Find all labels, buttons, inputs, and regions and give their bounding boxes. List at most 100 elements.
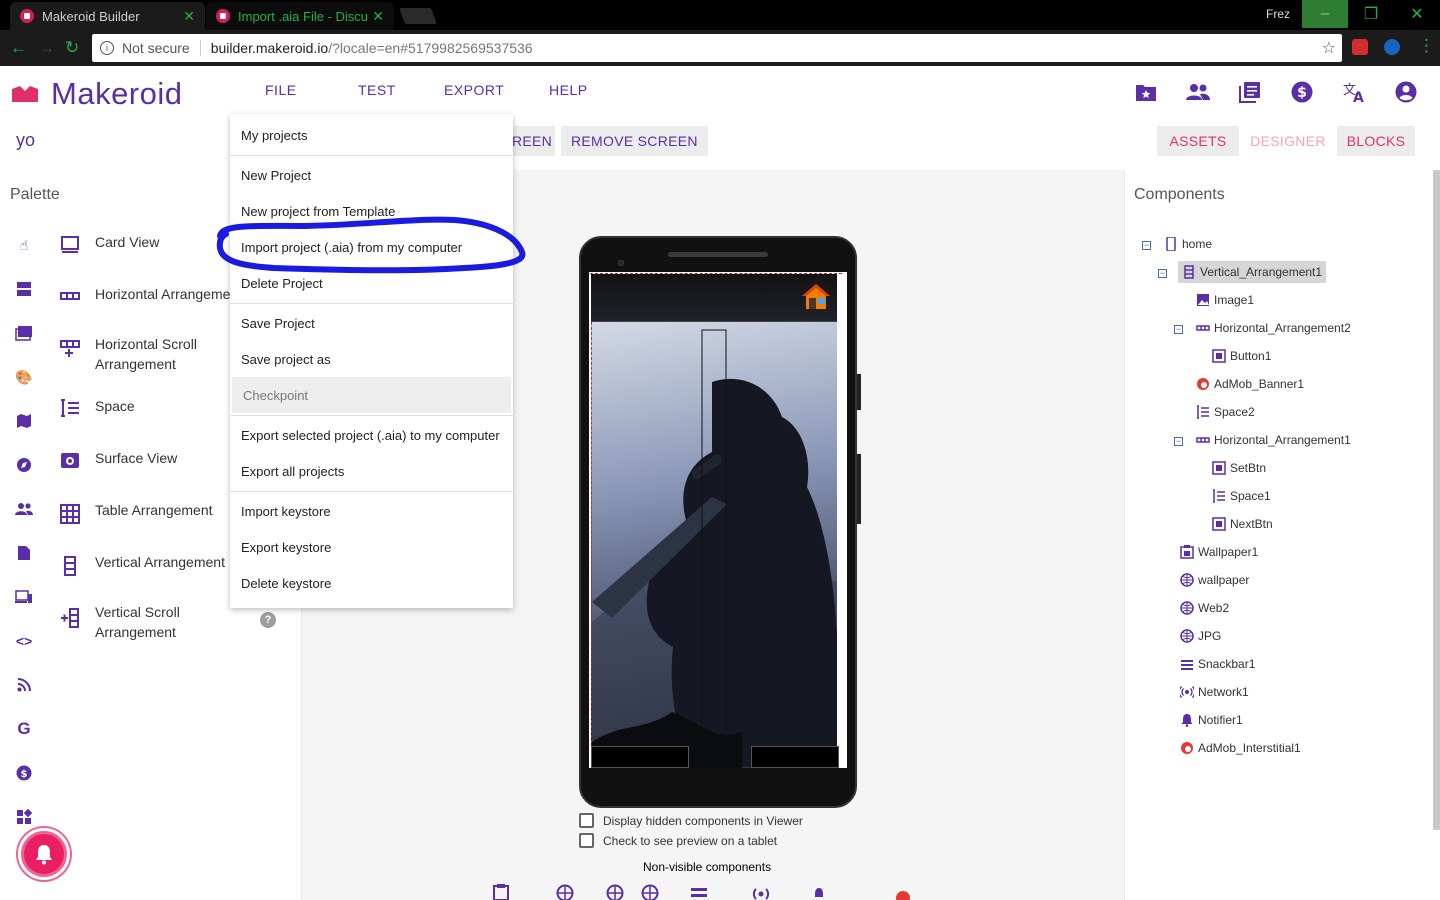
people-icon[interactable] (1186, 80, 1210, 104)
menu-item-delete-project[interactable]: Delete Project (230, 265, 513, 301)
notification-bell-button[interactable] (18, 828, 70, 880)
tree-item-wallpaper1[interactable]: Wallpaper1 (1180, 541, 1258, 563)
menu-export[interactable]: EXPORT (444, 82, 504, 98)
menu-item-my-projects[interactable]: My projects (230, 117, 513, 153)
money-icon[interactable]: $ (15, 764, 33, 782)
info-icon[interactable]: i (100, 41, 114, 55)
designer-button[interactable]: DESIGNER (1245, 126, 1331, 156)
tree-item-admob-interstitial1[interactable]: AdMob_Interstitial1 (1180, 737, 1301, 759)
admob-icon[interactable] (894, 884, 912, 900)
menu-help[interactable]: HELP (549, 82, 588, 98)
tree-item-snackbar1[interactable]: Snackbar1 (1180, 653, 1255, 675)
menu-item-new-project[interactable]: New Project (230, 157, 513, 193)
tree-item-nextbtn[interactable]: NextBtn (1212, 513, 1273, 535)
youtube-extension-icon[interactable] (1352, 39, 1368, 55)
browser-menu-icon[interactable]: ⋮ (1418, 36, 1435, 56)
menu-item-export-keystore[interactable]: Export keystore (230, 529, 513, 565)
menu-item-new-from-template[interactable]: New project from Template (230, 193, 513, 229)
tab-close-icon[interactable]: ✕ (183, 8, 195, 25)
code-icon[interactable]: <> (15, 632, 33, 650)
web-icon[interactable] (641, 884, 659, 900)
touch-icon[interactable]: ☝ (15, 236, 33, 254)
tab-close-icon[interactable]: ✕ (372, 8, 384, 25)
collapse-toggle-icon[interactable]: − (1174, 325, 1183, 334)
help-question-icon[interactable]: ? (260, 612, 276, 628)
tree-item-notifier1[interactable]: Notifier1 (1180, 709, 1243, 731)
dollar-icon[interactable]: $ (1290, 80, 1314, 104)
drawing-icon[interactable]: 🎨 (15, 368, 33, 386)
assets-button[interactable]: ASSETS (1157, 126, 1239, 156)
tree-item-wallpaper-web[interactable]: wallpaper (1180, 569, 1249, 591)
maximize-button[interactable]: ❐ (1348, 0, 1394, 28)
browser-user-name[interactable]: Frez (1266, 7, 1290, 21)
tablet-preview-checkbox[interactable] (579, 833, 594, 848)
forward-arrow-icon[interactable]: → (38, 38, 55, 58)
display-hidden-row[interactable]: Display hidden components in Viewer (579, 813, 803, 828)
media-icon[interactable] (15, 324, 33, 342)
browser-tab-makeroid[interactable]: Makeroid Builder ✕ (10, 2, 205, 30)
setbtn-preview[interactable] (591, 746, 689, 768)
wallpaper-icon[interactable] (492, 884, 510, 900)
tree-item-jpg[interactable]: JPG (1180, 625, 1221, 647)
display-hidden-checkbox[interactable] (579, 813, 594, 828)
close-window-button[interactable]: ✕ (1394, 0, 1440, 28)
tree-item-vertical-arrangement1[interactable]: Vertical_Arrangement1 (1178, 261, 1327, 283)
tree-item-image1[interactable]: Image1 (1196, 289, 1254, 311)
tree-item-button1[interactable]: Button1 (1212, 345, 1271, 367)
layout-icon[interactable] (15, 280, 33, 298)
collapse-toggle-icon[interactable]: − (1142, 241, 1151, 250)
sensors-icon[interactable] (15, 456, 33, 474)
menu-item-import-keystore[interactable]: Import keystore (230, 493, 513, 529)
google-icon[interactable]: G (15, 719, 33, 738)
account-icon[interactable] (1394, 80, 1418, 104)
collapse-toggle-icon[interactable]: − (1174, 437, 1183, 446)
address-bar[interactable]: i Not secure builder.makeroid.io /?local… (92, 34, 1342, 62)
tree-item-home[interactable]: home (1164, 233, 1212, 255)
nextbtn-preview[interactable] (751, 746, 839, 768)
blocks-button[interactable]: BLOCKS (1337, 126, 1415, 156)
image1-component[interactable] (591, 274, 837, 322)
tree-item-space2[interactable]: Space2 (1196, 401, 1255, 423)
new-tab-button[interactable] (399, 8, 437, 24)
network-icon[interactable] (752, 884, 770, 900)
minimize-button[interactable]: – (1302, 0, 1348, 28)
browser-tab-discuss[interactable]: Import .aia File - Discuss ✕ (206, 2, 394, 30)
remove-screen-button[interactable]: REMOVE SCREEN (561, 126, 708, 156)
reload-icon[interactable]: ↻ (65, 38, 79, 58)
tablet-preview-row[interactable]: Check to see preview on a tablet (579, 833, 777, 848)
translate-icon[interactable]: 文A (1342, 80, 1366, 104)
tree-item-horizontal-arrangement1[interactable]: Horizontal_Arrangement1 (1196, 429, 1351, 451)
menu-item-save-project[interactable]: Save Project (230, 305, 513, 341)
tree-item-horizontal-arrangement2[interactable]: Horizontal_Arrangement2 (1196, 317, 1351, 339)
notifier-icon[interactable] (810, 884, 828, 900)
social-icon[interactable] (15, 500, 33, 518)
extension-icon[interactable] (15, 808, 33, 826)
tree-item-web2[interactable]: Web2 (1180, 597, 1229, 619)
snackbar-icon[interactable] (690, 884, 708, 900)
phone-screen[interactable] (589, 272, 847, 768)
connectivity-icon[interactable] (15, 588, 33, 606)
menu-item-import-project[interactable]: Import project (.aia) from my computer (230, 229, 513, 265)
menu-item-export-selected[interactable]: Export selected project (.aia) to my com… (230, 417, 513, 453)
back-arrow-icon[interactable]: ← (10, 38, 27, 58)
web-icon[interactable] (606, 884, 624, 900)
web-icon[interactable] (556, 884, 574, 900)
app-logo-text[interactable]: Makeroid (51, 76, 183, 112)
storage-icon[interactable] (15, 544, 33, 562)
tree-item-network1[interactable]: Network1 (1180, 681, 1249, 703)
page-scrollbar[interactable] (1433, 170, 1440, 830)
menu-item-delete-keystore[interactable]: Delete keystore (230, 565, 513, 601)
sync-extension-icon[interactable] (1384, 39, 1400, 55)
rss-icon[interactable] (15, 676, 33, 694)
folder-star-icon[interactable] (1134, 80, 1158, 104)
menu-test[interactable]: TEST (358, 82, 396, 98)
collapse-toggle-icon[interactable]: − (1158, 269, 1167, 278)
menu-file[interactable]: FILE (265, 82, 297, 98)
makeroid-logo-icon[interactable] (12, 86, 38, 102)
menu-item-export-all[interactable]: Export all projects (230, 453, 513, 489)
tree-item-space1[interactable]: Space1 (1212, 485, 1271, 507)
tree-item-setbtn[interactable]: SetBtn (1212, 457, 1266, 479)
maps-icon[interactable] (15, 412, 33, 430)
library-books-icon[interactable] (1238, 80, 1262, 104)
tree-item-admob-banner1[interactable]: AdMob_Banner1 (1196, 373, 1304, 395)
